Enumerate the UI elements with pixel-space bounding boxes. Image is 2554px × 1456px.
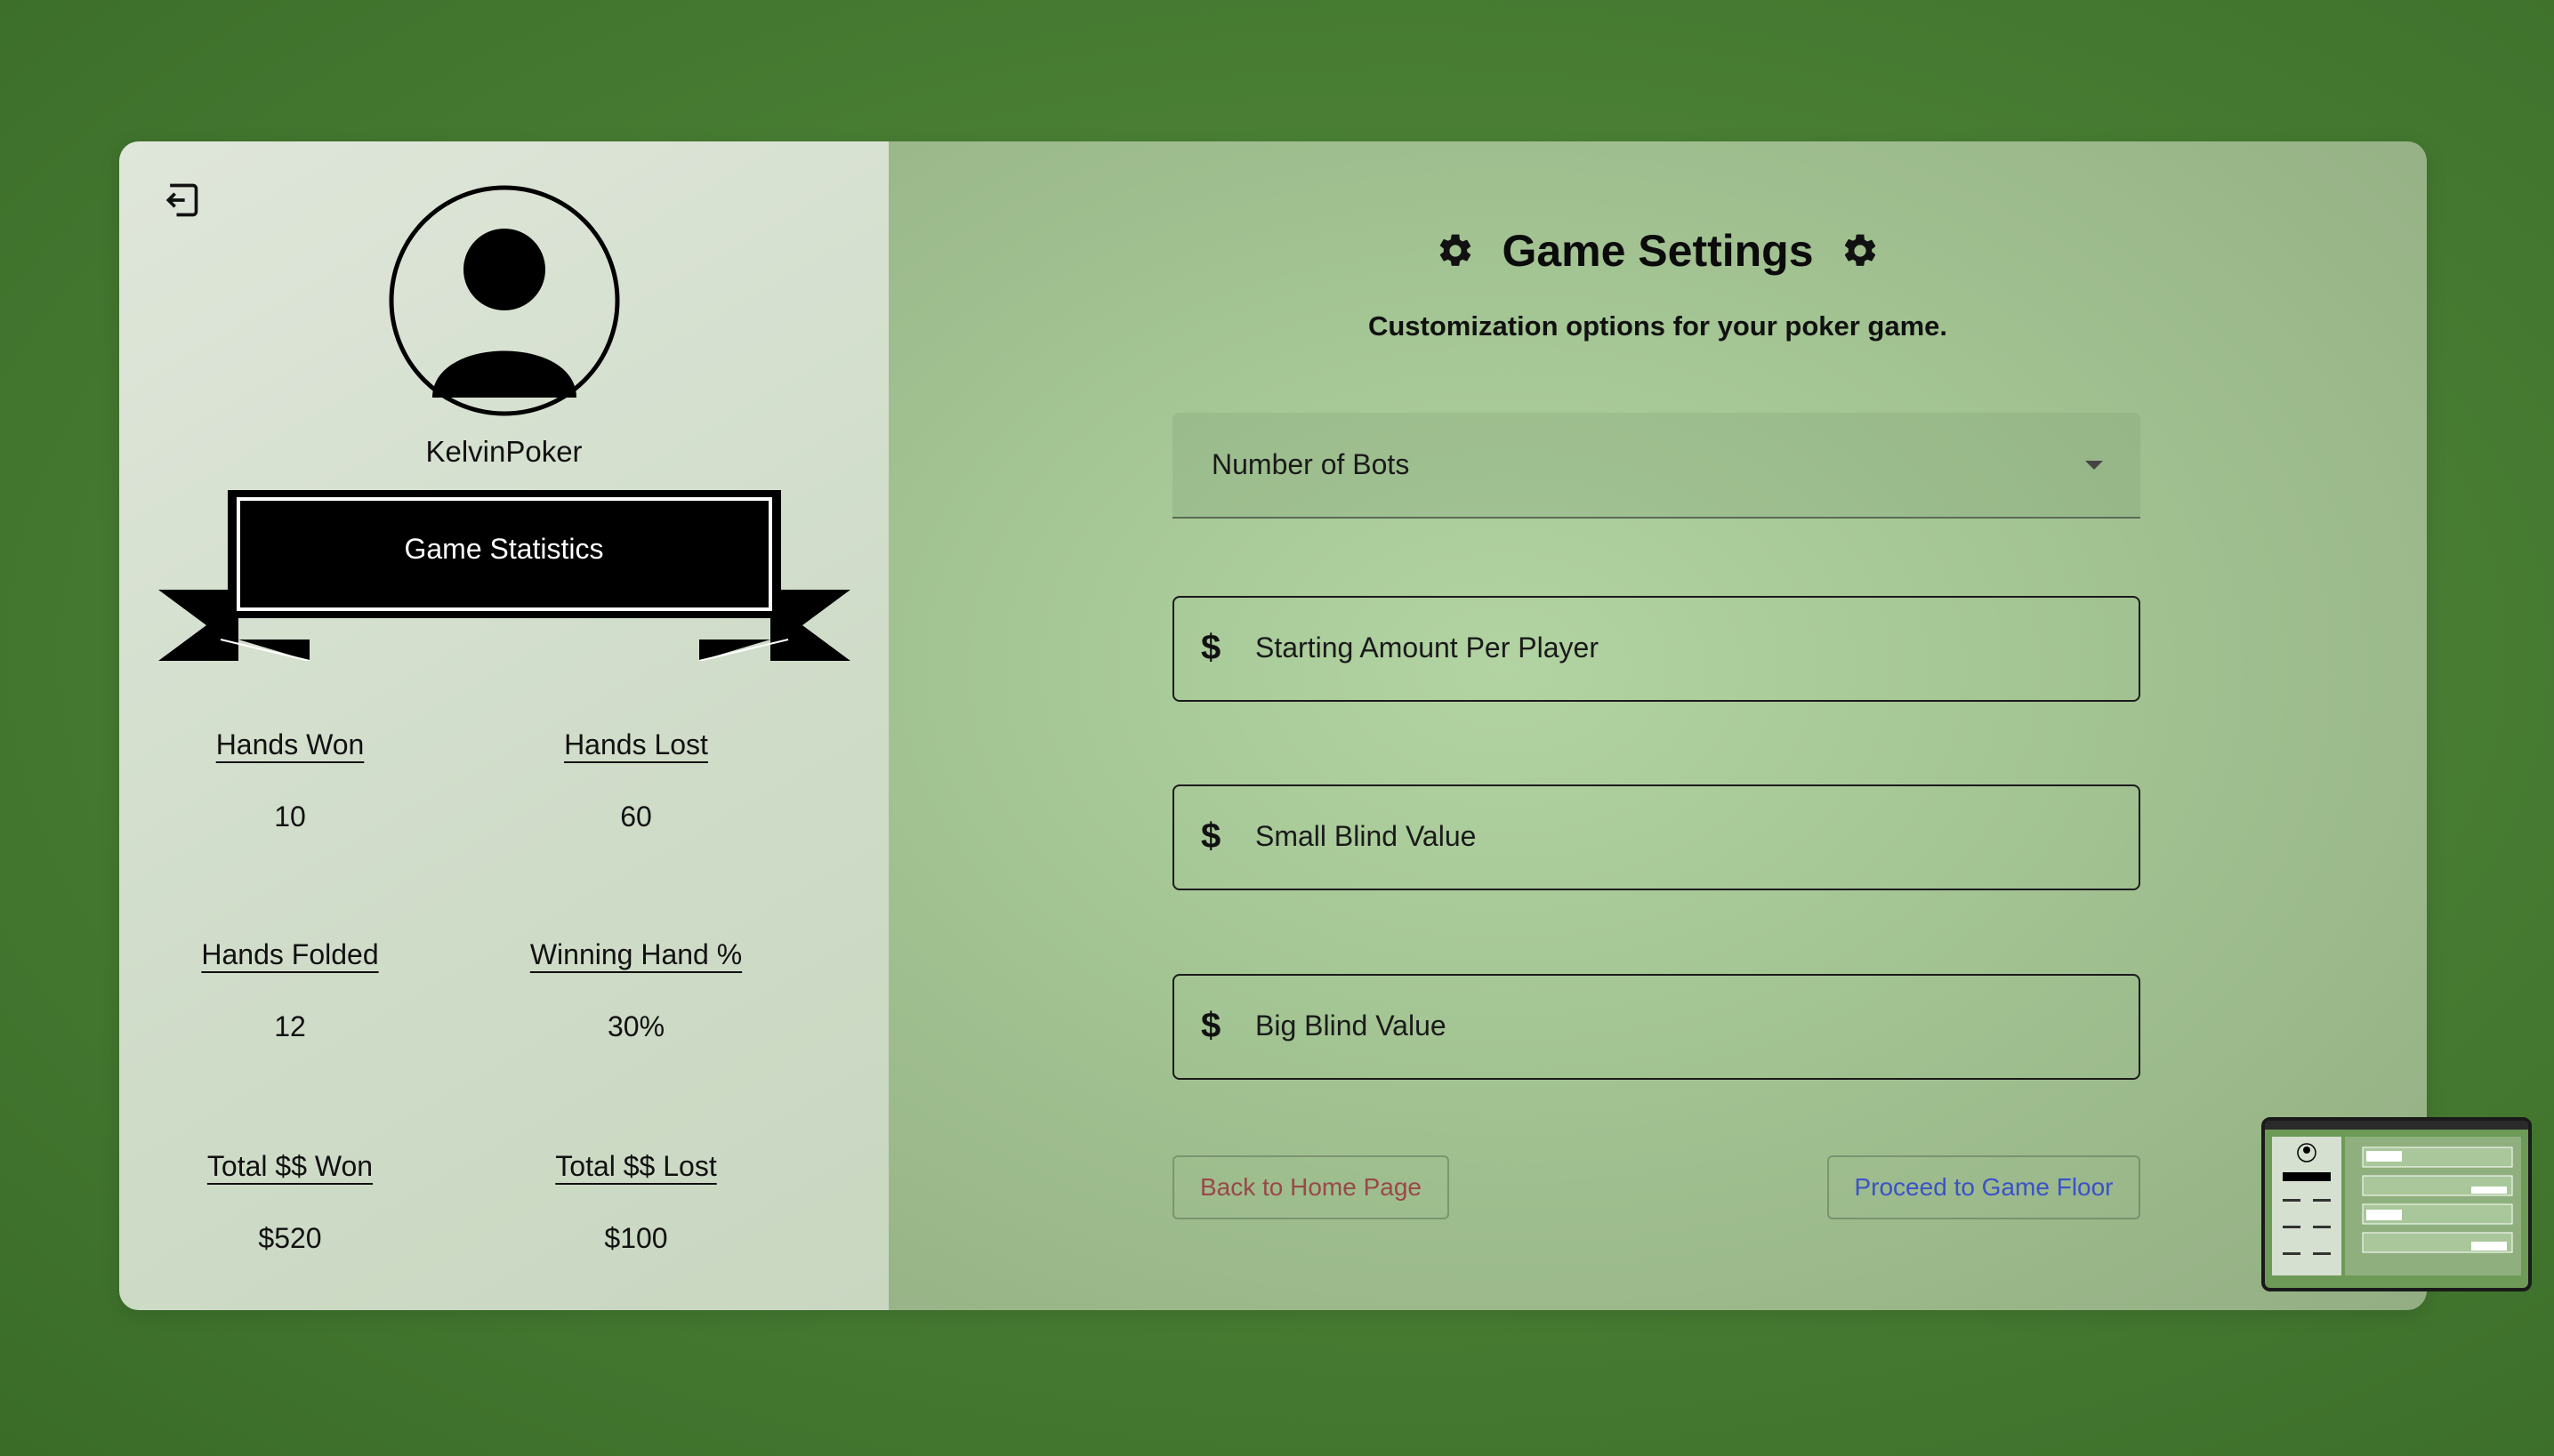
proceed-to-game-floor-button[interactable]: Proceed to Game Floor — [1827, 1155, 2140, 1219]
settings-header: Game Settings — [889, 225, 2427, 277]
stat-value: $520 — [258, 1222, 322, 1254]
small-blind-field[interactable]: $ Small Blind Value — [1172, 784, 2140, 890]
stat-label: Hands Lost — [564, 728, 708, 760]
stat-total-won: Total $$ Won $520 — [130, 1150, 450, 1255]
select-label: Number of Bots — [1212, 448, 1410, 480]
number-of-bots-select[interactable]: Number of Bots — [1172, 413, 2140, 519]
field-label: Starting Amount Per Player — [1255, 631, 1599, 664]
stat-winning-hand-percent: Winning Hand % 30% — [476, 938, 796, 1043]
settings-title: Game Settings — [1502, 226, 1814, 276]
stat-hands-folded: Hands Folded 12 — [130, 938, 450, 1043]
user-avatar-icon — [388, 184, 621, 417]
dollar-icon: $ — [1201, 816, 1221, 856]
stat-hands-won: Hands Won 10 — [130, 728, 450, 833]
stat-label: Total $$ Won — [206, 1150, 374, 1182]
big-blind-field[interactable]: $ Big Blind Value — [1172, 974, 2140, 1080]
back-to-home-button[interactable]: Back to Home Page — [1172, 1155, 1449, 1219]
username: KelvinPoker — [425, 435, 583, 468]
stat-value: 12 — [274, 1010, 306, 1042]
stat-label: Winning Hand % — [529, 938, 743, 970]
chevron-down-icon — [2085, 461, 2103, 470]
settings-subtitle: Customization options for your poker gam… — [1367, 310, 1948, 342]
gear-icon — [1440, 234, 1471, 266]
field-label: Small Blind Value — [1255, 820, 1477, 852]
profile-panel: KelvinPoker Game Statistics Hands Won 10… — [119, 141, 889, 1310]
stat-total-lost: Total $$ Lost $100 — [476, 1150, 796, 1255]
stat-value: $100 — [604, 1222, 668, 1254]
stat-value: 60 — [620, 800, 652, 833]
stat-hands-lost: Hands Lost 60 — [476, 728, 796, 833]
stats-banner — [158, 490, 850, 661]
stat-label: Hands Won — [215, 728, 365, 760]
stat-value: 10 — [274, 800, 306, 833]
field-label: Big Blind Value — [1255, 1010, 1446, 1042]
screen-preview-thumbnail[interactable] — [2261, 1117, 2532, 1291]
main-card: KelvinPoker Game Statistics Hands Won 10… — [119, 141, 2427, 1310]
gear-icon — [1844, 234, 1875, 266]
dollar-icon: $ — [1201, 1006, 1221, 1045]
settings-panel: Game Settings Customization options for … — [889, 141, 2427, 1310]
stat-value: 30% — [607, 1010, 665, 1042]
dollar-icon: $ — [1201, 628, 1221, 667]
stat-label: Hands Folded — [201, 938, 379, 970]
stat-label: Total $$ Lost — [555, 1150, 717, 1182]
starting-amount-field[interactable]: $ Starting Amount Per Player — [1172, 596, 2140, 702]
logout-icon[interactable] — [162, 181, 201, 220]
banner-title: Game Statistics — [404, 533, 604, 565]
